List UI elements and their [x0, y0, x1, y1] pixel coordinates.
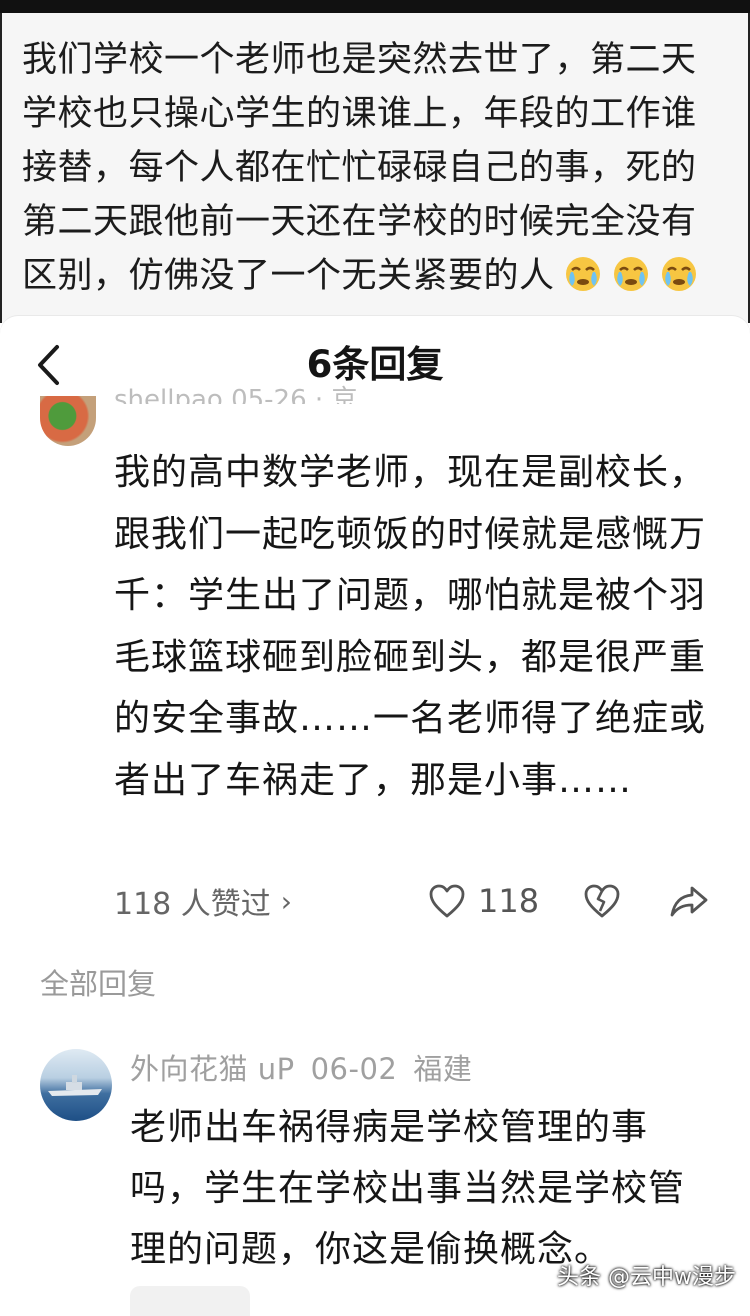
watermark: 头条 @云中w漫步	[557, 1265, 736, 1290]
sheet-title: 6条回复	[306, 343, 444, 386]
share-icon[interactable]	[669, 881, 709, 921]
comment-meta-partial: shellpao 05-26 · 京	[114, 385, 358, 404]
like-button[interactable]: 118	[428, 876, 539, 926]
original-post-card: 我们学校一个老师也是突然去世了，第二天学校也只操心学生的课谁上，年段的工作谁接替…	[0, 13, 750, 323]
crying-face-emoji-icon	[565, 257, 600, 291]
original-post-text: 我们学校一个老师也是突然去世了，第二天学校也只操心学生的课谁上，年段的工作谁接替…	[22, 33, 728, 303]
warship-avatar-image	[48, 1075, 102, 1096]
crying-face-emoji-icon	[613, 257, 648, 291]
crying-face-emoji-icon	[661, 257, 696, 291]
chevron-right-icon: ›	[280, 884, 292, 918]
reply-pill-partial[interactable]	[130, 1286, 250, 1316]
comment-action-row: 118 人赞过 › 118	[114, 876, 714, 926]
top-dark-strip	[0, 0, 750, 13]
reply-text: 老师出车祸得病是学校管理的事吗，学生在学校出事当然是学校管理的问题，你这是偷换概…	[130, 1107, 686, 1270]
reply-location: 福建	[413, 1052, 473, 1086]
heart-icon	[429, 884, 465, 918]
reply-date: 06-02	[310, 1052, 398, 1086]
reply-username[interactable]: 外向花猫 uP	[130, 1052, 295, 1086]
avatar[interactable]	[40, 396, 96, 446]
reply-meta: 外向花猫 uP 06-02 福建	[130, 1049, 488, 1089]
liked-by-link[interactable]: 118 人赞过 ›	[114, 879, 292, 923]
all-replies-heading: 全部回复	[40, 967, 157, 1001]
replies-sheet: 6条回复 shellpao 05-26 · 京 我的高中数学老师，现在是副校长，…	[0, 316, 750, 1316]
comment-text: 我的高中数学老师，现在是副校长，跟我们一起吃顿饭的时候就是感慨万千：学生出了问题…	[114, 452, 707, 801]
liked-by-label: 118 人赞过	[114, 887, 271, 922]
like-count: 118	[478, 882, 540, 920]
broken-heart-icon[interactable]	[582, 881, 622, 921]
avatar[interactable]	[40, 1049, 112, 1121]
